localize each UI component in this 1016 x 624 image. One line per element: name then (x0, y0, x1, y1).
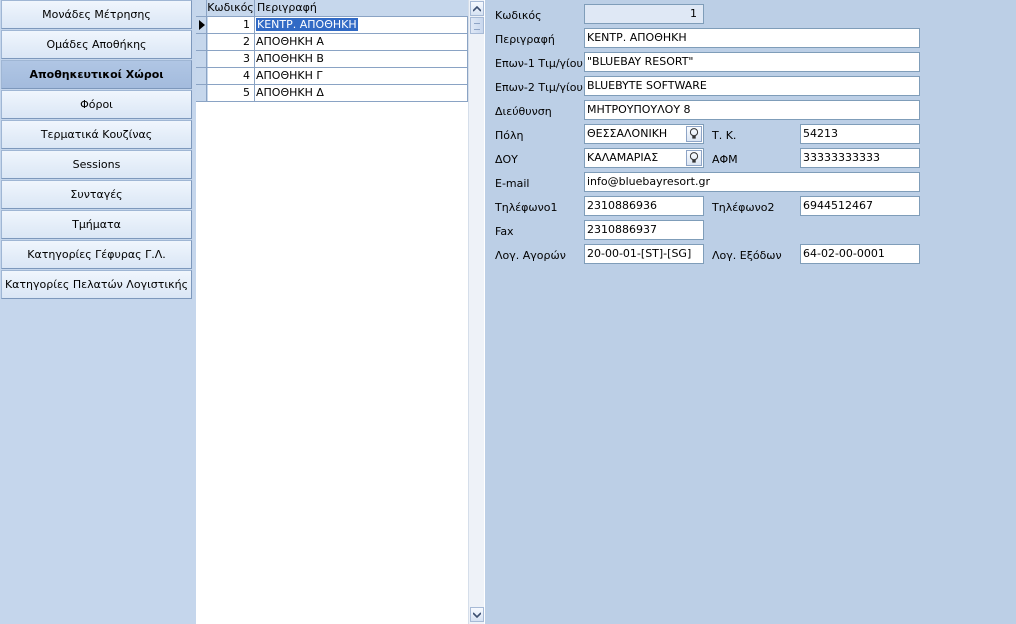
cell-code[interactable]: 3 (207, 51, 255, 67)
cell-code[interactable]: 4 (207, 68, 255, 84)
phone1-field[interactable]: 2310886936 (584, 196, 704, 216)
purchase-account-field[interactable]: 20-00-01-[ST]-[SG] (584, 244, 704, 264)
expense-account-field[interactable]: 64-02-00-0001 (800, 244, 920, 264)
vat-number-field[interactable]: 33333333333 (800, 148, 920, 168)
description-label: Περιγραφή (495, 33, 555, 46)
invoice-name1-field[interactable]: "BLUEBAY RESORT" (584, 52, 920, 72)
city-field[interactable]: ΘΕΣΣΑΛΟΝΙΚΗ (584, 124, 704, 144)
description-field[interactable]: ΚΕΝΤΡ. ΑΠΟΘΗΚΗ (584, 28, 920, 48)
cell-code[interactable]: 1 (207, 17, 255, 33)
nav-button-sessions[interactable]: Sessions (1, 150, 192, 179)
nav-button-recipes[interactable]: Συνταγές (1, 180, 192, 209)
lightbulb-icon (689, 152, 699, 163)
cell-description[interactable]: ΑΠΟΘΗΚΗ Α (255, 34, 468, 50)
address-field[interactable]: ΜΗΤΡΟΥΠΟΥΛΟΥ 8 (584, 100, 920, 120)
tax-office-field[interactable]: ΚΑΛΑΜΑΡΙΑΣ (584, 148, 704, 168)
postal-code-label: Τ. Κ. (712, 129, 737, 142)
cell-description[interactable]: ΑΠΟΘΗΚΗ Δ (255, 85, 468, 101)
row-indicator (196, 68, 207, 84)
postal-code-field[interactable]: 54213 (800, 124, 920, 144)
phone1-label: Τηλέφωνο1 (495, 201, 558, 214)
invoice-name1-label: Επων-1 Τιμ/γίου (495, 57, 583, 70)
detail-form: Κωδικός 1 Περιγραφή ΚΕΝΤΡ. ΑΠΟΘΗΚΗ Επων-… (485, 0, 1016, 624)
nav-button-customer-categories[interactable]: Κατηγορίες Πελατών Λογιστικής (1, 270, 192, 299)
email-field[interactable]: info@bluebayresort.gr (584, 172, 920, 192)
phone2-label: Τηλέφωνο2 (712, 201, 775, 214)
city-label: Πόλη (495, 129, 524, 142)
sidebar-nav: Μονάδες Μέτρησης Ομάδες Αποθήκης Αποθηκε… (0, 0, 196, 624)
cell-code[interactable]: 2 (207, 34, 255, 50)
nav-button-bridge-categories[interactable]: Κατηγορίες Γέφυρας Γ.Λ. (1, 240, 192, 269)
lightbulb-icon (689, 128, 699, 139)
invoice-name2-field[interactable]: BLUEBYTE SOFTWARE (584, 76, 920, 96)
grid-header-indicator (196, 0, 207, 16)
chevron-down-icon (473, 611, 481, 618)
scroll-up-button[interactable] (470, 1, 484, 16)
scroll-thumb[interactable] (470, 17, 484, 34)
vat-number-label: ΑΦΜ (712, 153, 738, 166)
purchase-account-label: Λογ. Αγορών (495, 249, 566, 262)
nav-button-warehouse-groups[interactable]: Ομάδες Αποθήκης (1, 30, 192, 59)
email-label: E-mail (495, 177, 530, 190)
grid-vertical-scrollbar[interactable] (468, 0, 484, 624)
cell-description[interactable]: ΑΠΟΘΗΚΗ Β (255, 51, 468, 67)
city-value: ΘΕΣΣΑΛΟΝΙΚΗ (587, 127, 668, 140)
column-header-code[interactable]: Κωδικός (207, 0, 255, 16)
phone2-field[interactable]: 6944512467 (800, 196, 920, 216)
nav-button-units[interactable]: Μονάδες Μέτρησης (1, 0, 192, 29)
nav-button-taxes[interactable]: Φόροι (1, 90, 192, 119)
row-indicator (196, 17, 207, 33)
column-header-description[interactable]: Περιγραφή (255, 0, 468, 16)
code-field[interactable]: 1 (584, 4, 704, 24)
code-label: Κωδικός (495, 9, 542, 22)
row-indicator (196, 51, 207, 67)
nav-button-departments[interactable]: Τμήματα (1, 210, 192, 239)
scroll-down-button[interactable] (470, 607, 484, 622)
row-pointer-icon (199, 20, 205, 30)
fax-field[interactable]: 2310886937 (584, 220, 704, 240)
invoice-name2-label: Επων-2 Τιμ/γίου (495, 81, 583, 94)
cell-description-text: ΚΕΝΤΡ. ΑΠΟΘΗΚΗ (256, 18, 358, 31)
nav-button-kitchen-terminals[interactable]: Τερματικά Κουζίνας (1, 120, 192, 149)
cell-description[interactable]: ΚΕΝΤΡ. ΑΠΟΘΗΚΗ (255, 17, 468, 33)
tax-office-value: ΚΑΛΑΜΑΡΙΑΣ (587, 151, 659, 164)
table-row[interactable]: 4 ΑΠΟΘΗΚΗ Γ (196, 68, 468, 85)
grid-header: Κωδικός Περιγραφή (196, 0, 468, 17)
table-row[interactable]: 1 ΚΕΝΤΡ. ΑΠΟΘΗΚΗ (196, 17, 468, 34)
cell-description[interactable]: ΑΠΟΘΗΚΗ Γ (255, 68, 468, 84)
address-label: Διεύθυνση (495, 105, 552, 118)
table-row[interactable]: 5 ΑΠΟΘΗΚΗ Δ (196, 85, 468, 102)
table-row[interactable]: 2 ΑΠΟΘΗΚΗ Α (196, 34, 468, 51)
row-indicator (196, 85, 207, 101)
expense-account-label: Λογ. Εξόδων (712, 249, 782, 262)
cell-code[interactable]: 5 (207, 85, 255, 101)
fax-label: Fax (495, 225, 514, 238)
chevron-up-icon (473, 5, 481, 12)
records-grid: Κωδικός Περιγραφή 1 ΚΕΝΤΡ. ΑΠΟΘΗΚΗ 2 ΑΠΟ… (196, 0, 485, 624)
tax-office-label: ΔΟΥ (495, 153, 518, 166)
tax-office-lookup-button[interactable] (686, 150, 702, 166)
city-lookup-button[interactable] (686, 126, 702, 142)
table-row[interactable]: 3 ΑΠΟΘΗΚΗ Β (196, 51, 468, 68)
nav-button-storage-locations[interactable]: Αποθηκευτικοί Χώροι (1, 60, 192, 89)
row-indicator (196, 34, 207, 50)
